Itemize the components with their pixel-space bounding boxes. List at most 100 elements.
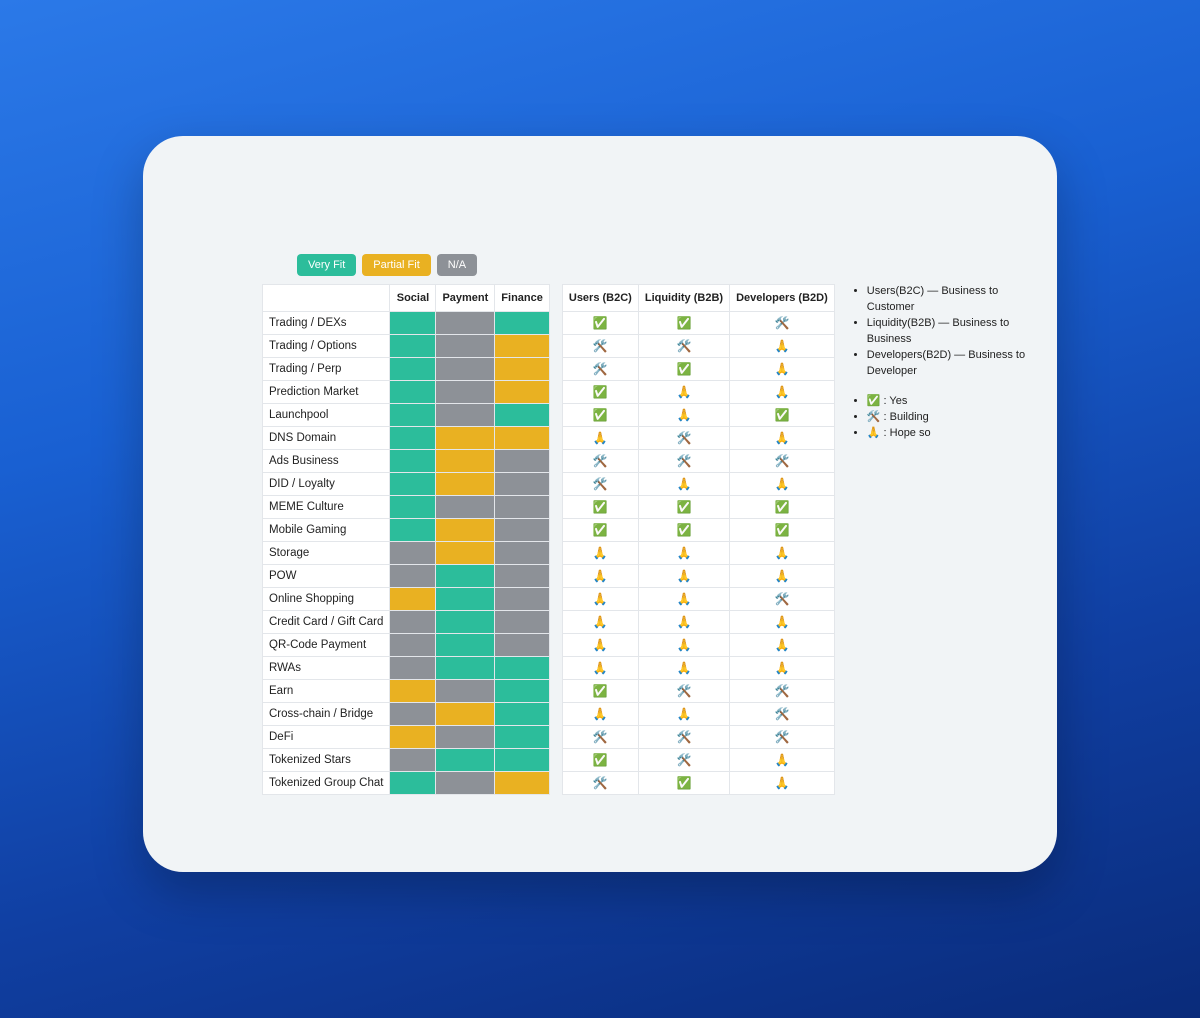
table-row: 🙏🙏🙏: [562, 634, 834, 657]
status-cell: ✅: [562, 312, 638, 335]
table-row: 🛠️🛠️🛠️: [562, 450, 834, 473]
table-row: ✅🛠️🛠️: [562, 680, 834, 703]
fit-cell: [436, 611, 495, 634]
icon-legend-item: 🙏 : Hope so: [867, 426, 1033, 442]
row-label: RWAs: [263, 657, 390, 680]
fit-cell: [390, 634, 436, 657]
row-label: QR-Code Payment: [263, 634, 390, 657]
fit-cell: [495, 611, 550, 634]
row-label: Trading / DEXs: [263, 312, 390, 335]
table-row: 🙏🙏🙏: [562, 657, 834, 680]
status-cell: 🛠️: [730, 703, 835, 726]
fit-cell: [436, 565, 495, 588]
status-cell: 🛠️: [730, 726, 835, 749]
fit-cell: [390, 588, 436, 611]
fit-cell: [390, 542, 436, 565]
fit-cell: [436, 335, 495, 358]
row-label: Prediction Market: [263, 381, 390, 404]
col-header-finance: Finance: [495, 285, 550, 312]
fit-cell: [436, 703, 495, 726]
status-cell: 🛠️: [638, 726, 729, 749]
status-cell: 🛠️: [562, 772, 638, 795]
status-cell: ✅: [730, 496, 835, 519]
table-row: Tokenized Stars: [263, 749, 550, 772]
fit-cell: [436, 519, 495, 542]
fit-cell: [390, 381, 436, 404]
status-cell: 🙏: [638, 588, 729, 611]
status-matrix-table: Users (B2C) Liquidity (B2B) Developers (…: [562, 284, 835, 795]
fit-cell: [390, 335, 436, 358]
row-label: DNS Domain: [263, 427, 390, 450]
col-header-social: Social: [390, 285, 436, 312]
status-cell: ✅: [562, 381, 638, 404]
col-header-users: Users (B2C): [562, 285, 638, 312]
fit-cell: [390, 680, 436, 703]
fit-cell: [436, 404, 495, 427]
row-label: DeFi: [263, 726, 390, 749]
status-cell: 🙏: [562, 657, 638, 680]
table-row: 🙏🙏🙏: [562, 565, 834, 588]
table-row: DNS Domain: [263, 427, 550, 450]
table-row: 🙏🙏🙏: [562, 542, 834, 565]
fit-cell: [436, 542, 495, 565]
table-row: DeFi: [263, 726, 550, 749]
status-cell: 🙏: [638, 657, 729, 680]
table-row: ✅🙏🙏: [562, 381, 834, 404]
fit-cell: [436, 312, 495, 335]
row-label: Mobile Gaming: [263, 519, 390, 542]
status-cell: ✅: [638, 772, 729, 795]
audience-legend-item: Users(B2C) — Business to Customer: [867, 284, 1033, 316]
table-row: ✅✅🛠️: [562, 312, 834, 335]
table-row: Earn: [263, 680, 550, 703]
icon-legend-item: 🛠️ : Building: [867, 410, 1033, 426]
table-row: Mobile Gaming: [263, 519, 550, 542]
row-label: Credit Card / Gift Card: [263, 611, 390, 634]
status-cell: 🛠️: [730, 680, 835, 703]
fit-cell: [436, 473, 495, 496]
status-cell: ✅: [562, 496, 638, 519]
row-label: Online Shopping: [263, 588, 390, 611]
tables-wrapper: Social Payment Finance Trading / DEXsTra…: [262, 284, 835, 795]
fit-cell: [495, 473, 550, 496]
fit-cell: [495, 726, 550, 749]
fit-cell: [495, 381, 550, 404]
fit-cell: [495, 312, 550, 335]
status-cell: 🙏: [730, 565, 835, 588]
fit-cell: [495, 588, 550, 611]
status-cell: 🛠️: [730, 588, 835, 611]
fit-cell: [495, 450, 550, 473]
status-cell: ✅: [638, 496, 729, 519]
fit-cell: [436, 588, 495, 611]
fit-cell: [495, 634, 550, 657]
content-card: Very Fit Partial Fit N/A Social Payment …: [143, 136, 1057, 872]
fit-cell: [390, 703, 436, 726]
status-cell: 🙏: [562, 588, 638, 611]
status-cell: ✅: [638, 312, 729, 335]
table-row: 🛠️🛠️🙏: [562, 335, 834, 358]
status-cell: 🙏: [638, 381, 729, 404]
status-cell: ✅: [562, 749, 638, 772]
fit-cell: [390, 358, 436, 381]
fit-cell: [436, 427, 495, 450]
status-cell: ✅: [562, 519, 638, 542]
fit-cell: [495, 427, 550, 450]
table-row: 🙏🛠️🙏: [562, 427, 834, 450]
row-label: MEME Culture: [263, 496, 390, 519]
fit-cell: [436, 358, 495, 381]
status-cell: 🙏: [562, 542, 638, 565]
table-row: Trading / DEXs: [263, 312, 550, 335]
table-row: ✅🛠️🙏: [562, 749, 834, 772]
row-label: Trading / Perp: [263, 358, 390, 381]
status-cell: 🛠️: [562, 335, 638, 358]
status-cell: 🛠️: [638, 450, 729, 473]
row-label: Storage: [263, 542, 390, 565]
status-cell: 🙏: [562, 634, 638, 657]
table-row: 🛠️✅🙏: [562, 772, 834, 795]
chip-na: N/A: [437, 254, 477, 276]
table-row: ✅✅✅: [562, 519, 834, 542]
table-row: 🙏🙏🛠️: [562, 588, 834, 611]
fit-cell: [495, 657, 550, 680]
col-header-liquidity: Liquidity (B2B): [638, 285, 729, 312]
status-cell: ✅: [730, 404, 835, 427]
audience-legend-item: Developers(B2D) — Business to Developer: [867, 348, 1033, 380]
